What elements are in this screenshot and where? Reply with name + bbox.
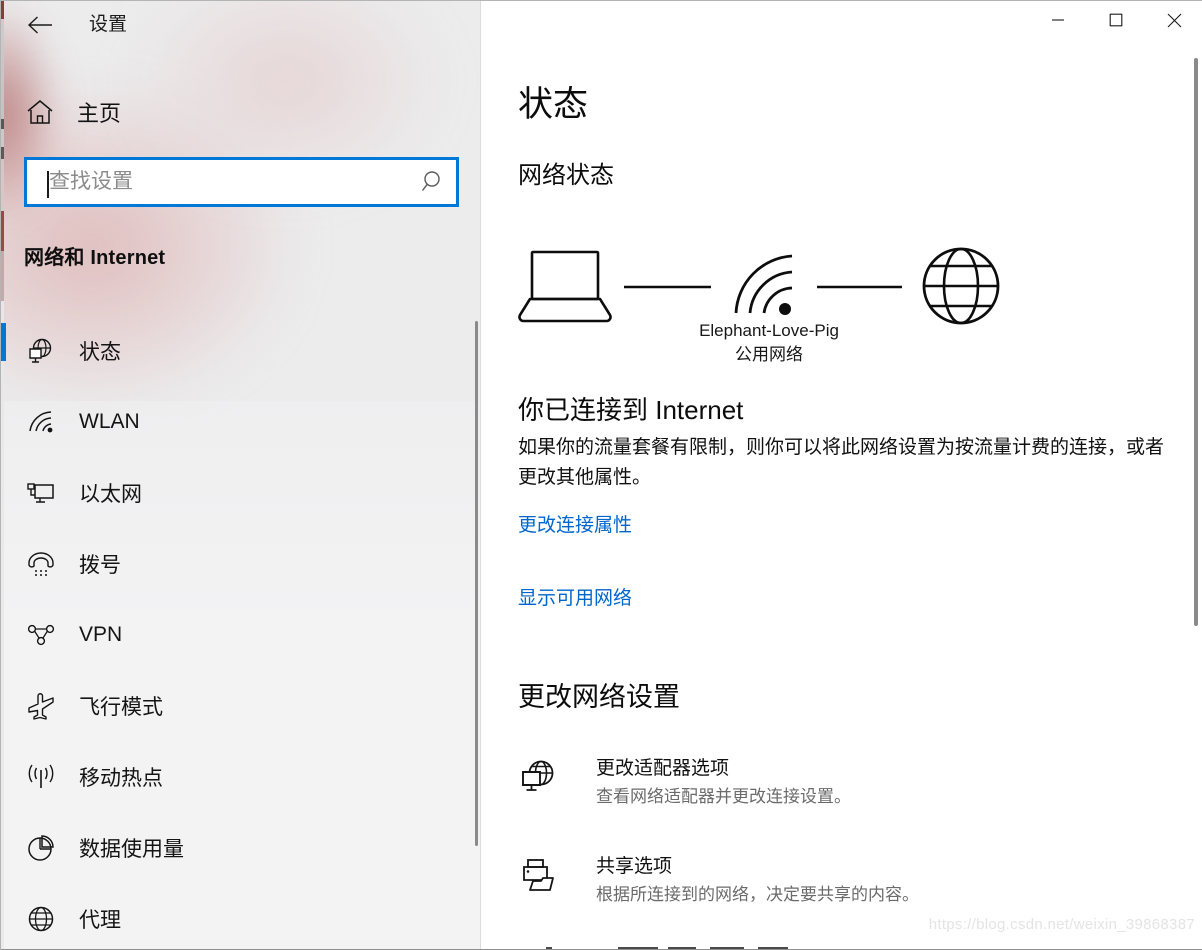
connection-description: 如果你的流量套餐有限制，则你可以将此网络设置为按流量计费的连接，或者更改其他属性… xyxy=(518,437,1165,488)
sidebar-item-airplane-mode-label: 飞行模式 xyxy=(79,695,163,719)
back-arrow-icon xyxy=(27,16,52,34)
selection-indicator xyxy=(1,607,6,645)
sidebar-section-header: 网络和 Internet xyxy=(24,247,166,269)
option-text: 更改适配器选项 查看网络适配器并更改连接设置。 xyxy=(596,756,851,810)
option-subtitle: 根据所连接到的网络，决定要共享的内容。 xyxy=(596,885,919,904)
sidebar-item-home[interactable]: 主页 xyxy=(1,89,461,135)
change-network-settings-heading: 更改网络设置 xyxy=(518,682,680,712)
sidebar-item-wlan[interactable]: WLAN xyxy=(1,386,471,457)
selection-indicator xyxy=(1,465,6,503)
selection-indicator xyxy=(1,394,6,432)
connection-heading: 你已连接到 Internet xyxy=(518,395,744,425)
wifi-icon xyxy=(25,406,57,438)
watermark: https://blog.csdn.net/weixin_39868387 xyxy=(928,916,1195,933)
sidebar-item-status-label: 状态 xyxy=(79,340,121,364)
option-change-adapter-options[interactable]: 更改适配器选项 查看网络适配器并更改连接设置。 xyxy=(518,756,1168,810)
selection-indicator xyxy=(1,678,6,716)
maximize-icon xyxy=(1109,13,1123,27)
sidebar-scrollbar[interactable] xyxy=(475,321,478,846)
option-title: 共享选项 xyxy=(596,856,673,877)
selection-indicator xyxy=(1,820,6,858)
selection-indicator xyxy=(1,323,6,361)
network-type: 公用网络 xyxy=(735,345,803,364)
sidebar-item-ethernet-label: 以太网 xyxy=(79,482,142,506)
sidebar-item-home-label: 主页 xyxy=(77,101,122,126)
laptop-icon xyxy=(518,250,612,323)
sidebar-item-mobile-hotspot-label: 移动热点 xyxy=(79,766,163,790)
selection-indicator xyxy=(1,536,6,574)
sidebar-item-airplane-mode[interactable]: 飞行模式 xyxy=(1,670,471,741)
app-title: 设置 xyxy=(89,14,128,35)
sidebar-item-data-usage[interactable]: 数据使用量 xyxy=(1,812,471,883)
option-subtitle: 查看网络适配器并更改连接设置。 xyxy=(596,787,851,806)
text-caret xyxy=(47,171,49,198)
adapter-globe-icon xyxy=(518,758,558,798)
close-icon xyxy=(1167,13,1181,27)
window-controls xyxy=(1029,1,1202,39)
search-box[interactable] xyxy=(24,157,459,207)
sidebar-item-mobile-hotspot[interactable]: 移动热点 xyxy=(1,741,471,812)
airplane-icon xyxy=(25,690,57,722)
sidebar-item-vpn[interactable]: VPN xyxy=(1,599,471,670)
settings-window: 设置 主页 网络和 Internet xyxy=(0,0,1202,950)
option-title: 更改适配器选项 xyxy=(596,758,730,779)
search-icon[interactable] xyxy=(412,160,456,204)
change-connection-properties-link[interactable]: 更改连接属性 xyxy=(518,513,632,539)
pie-chart-icon xyxy=(25,832,57,864)
wifi-signal-icon xyxy=(734,254,793,315)
network-status-subtitle: 网络状态 xyxy=(518,162,614,189)
globe-icon xyxy=(922,247,1000,325)
dialup-phone-icon xyxy=(25,548,57,580)
close-button[interactable] xyxy=(1145,1,1202,39)
sidebar-item-dialup[interactable]: 拨号 xyxy=(1,528,471,599)
sidebar-titlebar: 设置 xyxy=(1,1,481,49)
vpn-icon xyxy=(25,619,57,651)
sidebar-item-dialup-label: 拨号 xyxy=(79,553,121,577)
network-labels: Elephant-Love-Pig 公用网络 xyxy=(514,319,1024,367)
hotspot-icon xyxy=(25,761,57,793)
sidebar: 设置 主页 网络和 Internet xyxy=(1,1,481,950)
ethernet-icon xyxy=(25,477,57,509)
page-title: 状态 xyxy=(518,85,589,124)
sidebar-item-data-usage-label: 数据使用量 xyxy=(79,837,184,861)
minimize-icon xyxy=(1052,19,1064,21)
show-available-networks-link[interactable]: 显示可用网络 xyxy=(518,586,632,612)
option-text: 共享选项 根据所连接到的网络，决定要共享的内容。 xyxy=(596,854,919,908)
sidebar-item-ethernet[interactable]: 以太网 xyxy=(1,457,471,528)
network-ssid: Elephant-Love-Pig xyxy=(699,321,839,340)
globe-icon xyxy=(25,903,57,935)
maximize-button[interactable] xyxy=(1087,1,1145,39)
main-scrollbar[interactable] xyxy=(1194,58,1198,626)
option-sharing-options[interactable]: 共享选项 根据所连接到的网络，决定要共享的内容。 xyxy=(518,854,1168,908)
search-input[interactable] xyxy=(49,170,412,194)
sidebar-item-proxy-label: 代理 xyxy=(79,908,121,932)
sharing-printer-folder-icon xyxy=(518,856,558,896)
minimize-button[interactable] xyxy=(1029,1,1087,39)
sidebar-item-vpn-label: VPN xyxy=(79,622,123,646)
sidebar-item-wlan-label: WLAN xyxy=(79,409,140,433)
selection-indicator xyxy=(1,749,6,787)
network-status-icon xyxy=(25,335,57,367)
sidebar-item-status[interactable]: 状态 xyxy=(1,315,471,386)
main-panel: 状态 网络状态 Elephant-Love-Pig 公用网络 你已连接到 Int… xyxy=(481,1,1202,950)
selection-indicator xyxy=(1,891,6,929)
sidebar-item-proxy[interactable]: 代理 xyxy=(1,883,471,950)
home-icon xyxy=(25,97,55,127)
sidebar-nav-list: 状态 WLAN 以太网 拨号 VPN 飞行模式 移动热点 数据使用量 代理 xyxy=(1,315,471,950)
back-button[interactable] xyxy=(21,9,59,41)
